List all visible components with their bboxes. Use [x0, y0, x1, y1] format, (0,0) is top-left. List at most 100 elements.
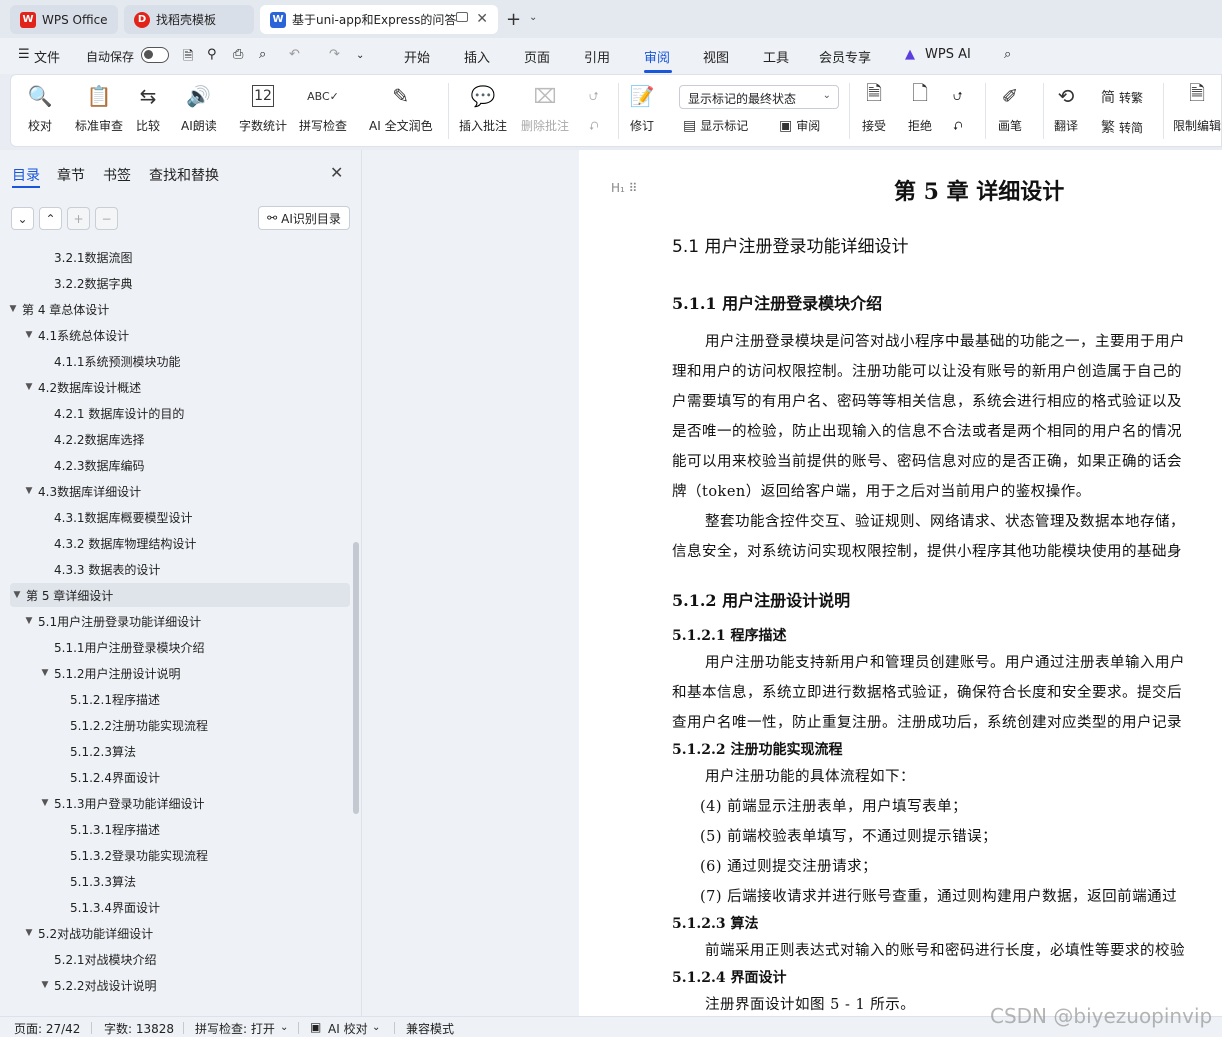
menu-wps-ai[interactable]: WPS AI	[925, 47, 971, 62]
print-preview-icon[interactable]: ⌕	[259, 47, 266, 62]
chevron-down-icon[interactable]: ⌄	[372, 1022, 380, 1033]
next-comment-icon[interactable]: ⮏	[589, 117, 599, 138]
toc-item[interactable]: ▼ 第 4 章总体设计	[6, 297, 110, 321]
menu-insert[interactable]: 插入	[464, 47, 490, 66]
pen-button[interactable]: ✐ 画笔	[997, 81, 1023, 134]
nav-tab-toc[interactable]: 目录	[12, 165, 40, 185]
menu-view[interactable]: 视图	[703, 47, 729, 66]
review-pane-button[interactable]: ▣ 审阅	[779, 117, 820, 134]
toc-item[interactable]: 4.2.3数据库编码	[54, 453, 145, 477]
toc-item[interactable]: ▼ 4.1系统总体设计	[22, 323, 130, 347]
tab-wps-office[interactable]: W WPS Office	[10, 5, 118, 34]
expand-arrow-icon[interactable]: ▼	[22, 330, 36, 340]
expand-arrow-icon[interactable]: ▼	[6, 304, 20, 314]
search-icon[interactable]: ⌕	[1004, 47, 1011, 62]
toc-item[interactable]: 5.1.1用户注册登录模块介绍	[54, 635, 205, 659]
previous-comment-icon[interactable]: ⮍	[589, 87, 599, 108]
next-change-icon[interactable]: ⮏	[953, 117, 963, 138]
previous-change-icon[interactable]: ⮍	[953, 87, 963, 108]
toc-item[interactable]: ▼ 第 5 章详细设计	[10, 583, 350, 607]
toc-item[interactable]: ▼ 4.2数据库设计概述	[22, 375, 142, 399]
menu-start[interactable]: 开始	[404, 47, 430, 66]
proofread-button[interactable]: 🔍 校对	[27, 81, 53, 134]
ai-toc-button[interactable]: ⚯ AI识别目录	[258, 206, 350, 230]
toc-item[interactable]: ▼ 5.2对战功能详细设计	[22, 921, 154, 945]
expand-arrow-icon[interactable]: ▼	[22, 616, 36, 626]
remove-heading-button[interactable]: −	[95, 207, 118, 230]
accept-button[interactable]: 🗎 接受	[861, 81, 887, 134]
menu-page[interactable]: 页面	[524, 47, 550, 66]
page-indicator[interactable]: 页面: 27/42	[14, 1020, 80, 1037]
print-icon[interactable]: ⎙	[233, 47, 243, 62]
expand-arrow-icon[interactable]: ▼	[38, 980, 52, 990]
toc-item[interactable]: 4.2.2数据库选择	[54, 427, 145, 451]
close-icon[interactable]: ✕	[476, 11, 488, 27]
toc-item[interactable]: 4.3.3 数据表的设计	[54, 557, 160, 581]
toc-item[interactable]: 3.2.2数据字典	[54, 271, 133, 295]
toc-item[interactable]: 5.1.2.2注册功能实现流程	[70, 713, 208, 737]
toc-item[interactable]: ▼ 4.3数据库详细设计	[22, 479, 142, 503]
heading-drag-handle[interactable]: H₁ ⠿	[611, 181, 637, 195]
expand-arrow-icon[interactable]: ▼	[38, 798, 52, 808]
word-count-indicator[interactable]: 字数: 13828	[104, 1020, 174, 1037]
expand-arrow-icon[interactable]: ▼	[22, 928, 36, 938]
toc-item[interactable]: ▼ 5.2.2对战设计说明	[38, 973, 157, 997]
nav-scrollbar[interactable]	[353, 542, 359, 814]
redo-icon[interactable]: ↷	[329, 47, 340, 62]
expand-arrow-icon[interactable]: ▼	[10, 590, 24, 600]
autosave-toggle[interactable]	[141, 47, 169, 63]
menu-member[interactable]: 会员专享	[819, 47, 871, 66]
expand-arrow-icon[interactable]: ▼	[22, 486, 36, 496]
expand-arrow-icon[interactable]: ▼	[38, 668, 52, 678]
add-heading-button[interactable]: +	[67, 207, 90, 230]
toc-item[interactable]: 5.1.2.4界面设计	[70, 765, 160, 789]
quick-access-more-icon[interactable]: ⌄	[356, 50, 364, 61]
toc-item[interactable]: 4.3.2 数据库物理结构设计	[54, 531, 196, 555]
hamburger-icon[interactable]: ☰	[18, 47, 30, 62]
nav-tab-bookmarks[interactable]: 书签	[103, 165, 131, 185]
compare-button[interactable]: ⇆ 比较	[135, 81, 161, 134]
translate-button[interactable]: ⟲ 翻译	[1053, 81, 1079, 134]
toc-item[interactable]: ▼ 5.1.2用户注册设计说明	[38, 661, 181, 685]
chevron-down-icon[interactable]: ⌄	[280, 1022, 288, 1033]
toc-item[interactable]: 5.2.1对战模块介绍	[54, 947, 157, 971]
markup-display-select[interactable]: 显示标记的最终状态 ⌄	[679, 85, 839, 109]
delete-comment-button[interactable]: ⌧ 删除批注	[521, 81, 569, 134]
format-painter-icon[interactable]: ⚲	[207, 47, 217, 62]
ai-proof-button[interactable]: ✎ AI 全文润色	[369, 81, 433, 134]
ai-read-button[interactable]: 🔊 AI朗读	[181, 81, 217, 134]
insert-comment-button[interactable]: 💬 插入批注	[459, 81, 507, 134]
toc-item[interactable]: 5.1.2.1程序描述	[70, 687, 160, 711]
toc-item[interactable]: ▼ 5.1用户注册登录功能详细设计	[22, 609, 202, 633]
track-changes-button[interactable]: 📝 修订	[629, 81, 655, 134]
standard-review-button[interactable]: 📋 标准审查	[75, 81, 123, 134]
file-menu[interactable]: 文件	[34, 47, 60, 66]
toc-item[interactable]: 3.2.1数据流图	[54, 245, 133, 269]
restrict-edit-button[interactable]: 🗎 限制编辑	[1173, 81, 1221, 134]
toc-item[interactable]: 5.1.3.3算法	[70, 869, 136, 893]
menu-references[interactable]: 引用	[584, 47, 610, 66]
menu-review[interactable]: 审阅	[644, 47, 670, 66]
close-icon[interactable]: ✕	[330, 163, 343, 182]
chevron-down-icon[interactable]: ⌄	[529, 12, 537, 23]
undo-icon[interactable]: ↶	[289, 47, 300, 62]
toc-item[interactable]: 5.1.3.4界面设计	[70, 895, 160, 919]
toc-item[interactable]: 5.1.3.2登录功能实现流程	[70, 843, 208, 867]
toc-item[interactable]: 4.1.1系统预测模块功能	[54, 349, 181, 373]
toc-item[interactable]: ▼ 5.1.3用户登录功能详细设计	[38, 791, 205, 815]
word-count-button[interactable]: 12 字数统计	[239, 81, 287, 134]
toc-item[interactable]: 4.3.1数据库概要模型设计	[54, 505, 193, 529]
save-icon[interactable]: 🗎	[183, 47, 193, 69]
to-simplified-button[interactable]: 繁 转简	[1101, 117, 1143, 137]
expand-up-button[interactable]: ⌃	[39, 207, 62, 230]
expand-arrow-icon[interactable]: ▼	[22, 382, 36, 392]
toc-item[interactable]: 5.1.2.3算法	[70, 739, 136, 763]
collapse-all-button[interactable]: ⌄	[11, 207, 34, 230]
document-page[interactable]: H₁ ⠿ 第 5 章 详细设计 5.1 用户注册登录功能详细设计 5.1.1 用…	[579, 150, 1222, 1016]
show-markup-button[interactable]: ▤ 显示标记	[683, 117, 748, 134]
new-tab-button[interactable]: +	[506, 9, 521, 30]
toc-item[interactable]: 4.2.1 数据库设计的目的	[54, 401, 184, 425]
reject-button[interactable]: 🗋 拒绝	[907, 81, 933, 134]
tab-document[interactable]: W 基于uni-app和Express的问答 ✕	[260, 5, 498, 34]
to-traditional-button[interactable]: 简 转繁	[1101, 87, 1143, 107]
